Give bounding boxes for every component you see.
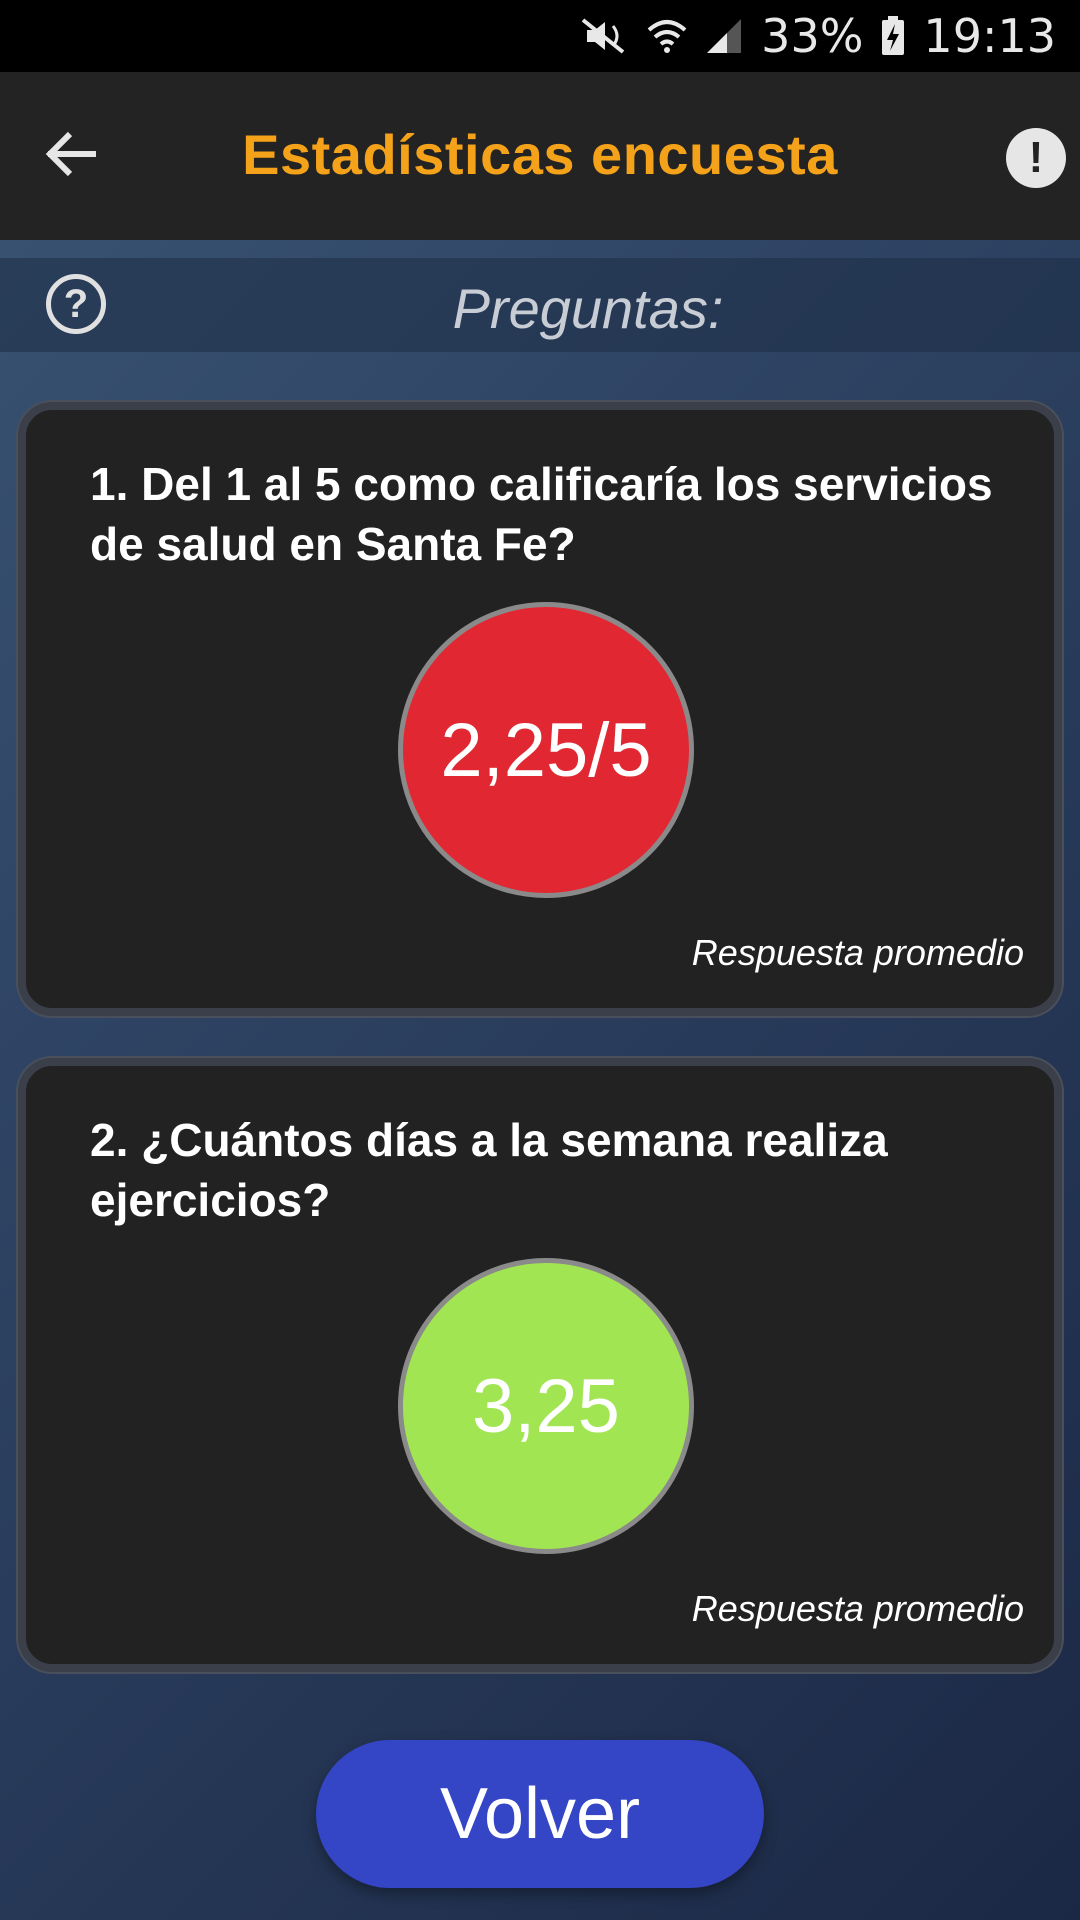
average-score-circle: 3,25 (398, 1258, 694, 1554)
info-button[interactable]: ! (1006, 128, 1066, 188)
average-caption: Respuesta promedio (691, 932, 1024, 973)
section-title: Preguntas: (452, 277, 724, 340)
page-title: Estadísticas encuesta (242, 123, 838, 186)
average-score-value: 2,25/5 (440, 707, 652, 793)
wifi-icon (647, 16, 687, 56)
app-bar: Estadísticas encuesta ! (0, 72, 1080, 240)
clock: 19:13 (923, 9, 1056, 63)
average-caption: Respuesta promedio (691, 1588, 1024, 1629)
average-score-circle: 2,25/5 (398, 602, 694, 898)
average-score-value: 3,25 (472, 1363, 620, 1449)
signal-icon (705, 17, 743, 55)
volver-button[interactable]: Volver (316, 1740, 764, 1888)
section-header: ? Preguntas: (0, 258, 1080, 352)
exclamation-icon: ! (1028, 133, 1044, 182)
question-text: 2. ¿Cuántos días a la semana realiza eje… (90, 1114, 888, 1226)
question-text: 1. Del 1 al 5 como calificaría los servi… (90, 458, 993, 570)
question-card-1: 1. Del 1 al 5 como calificaría los servi… (18, 402, 1062, 1016)
status-bar: 33% 19:13 (0, 0, 1080, 72)
question-card-2: 2. ¿Cuántos días a la semana realiza eje… (18, 1058, 1062, 1672)
mute-icon (579, 16, 629, 56)
battery-charging-icon (881, 16, 905, 56)
battery-percent: 33% (761, 9, 864, 63)
